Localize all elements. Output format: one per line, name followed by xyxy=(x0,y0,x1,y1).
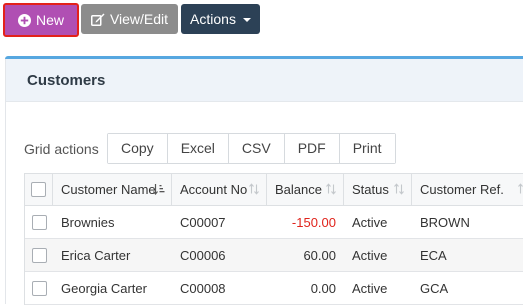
row-select-cell xyxy=(25,239,53,271)
select-all-checkbox[interactable] xyxy=(31,182,46,197)
table-row[interactable]: Erica Carter C00006 60.00 Active ECA xyxy=(25,239,523,272)
cell-customer-ref: ECA xyxy=(420,247,447,263)
cell-account-no: C00006 xyxy=(180,247,226,263)
column-header-account-no[interactable]: Account No xyxy=(172,174,267,205)
pdf-button[interactable]: PDF xyxy=(284,134,340,163)
column-header-balance[interactable]: Balance xyxy=(267,174,344,205)
column-label: Account No xyxy=(180,182,248,197)
cell-status: Active xyxy=(352,280,388,296)
customers-table: Customer Name Account No Balance Status … xyxy=(24,173,523,305)
cell-balance: -150.00 xyxy=(291,214,336,230)
column-label: Customer Ref. xyxy=(420,182,504,197)
column-header-customer-ref[interactable]: Customer Ref. xyxy=(412,174,523,205)
actions-button[interactable]: Actions xyxy=(181,4,260,34)
view-edit-button-label: View/Edit xyxy=(109,11,169,27)
row-checkbox[interactable] xyxy=(31,247,47,263)
table-header-row: Customer Name Account No Balance Status … xyxy=(25,174,523,206)
sort-icon xyxy=(325,183,337,198)
cell-status: Active xyxy=(352,247,388,263)
panel-title: Customers xyxy=(27,72,106,89)
excel-button[interactable]: Excel xyxy=(167,134,229,163)
new-button[interactable]: New xyxy=(3,3,79,37)
column-label: Status xyxy=(352,182,389,197)
sort-icon xyxy=(393,183,405,198)
copy-button[interactable]: Copy xyxy=(108,134,168,163)
actions-button-label: Actions xyxy=(190,11,236,27)
toolbar: New View/Edit Actions xyxy=(0,0,523,40)
cell-customer-name: Brownies xyxy=(61,214,115,230)
row-checkbox[interactable] xyxy=(31,214,47,230)
csv-button[interactable]: CSV xyxy=(228,134,285,163)
cell-account-no: C00007 xyxy=(180,214,226,230)
cell-customer-name: Erica Carter xyxy=(61,247,131,263)
cell-customer-ref: GCA xyxy=(420,280,449,296)
column-label: Balance xyxy=(275,182,322,197)
column-label: Customer Name xyxy=(61,182,156,197)
row-select-cell xyxy=(25,272,53,304)
cell-balance: 0.00 xyxy=(310,280,336,296)
cell-balance: 60.00 xyxy=(303,247,336,263)
plus-circle-icon xyxy=(17,13,31,27)
cell-customer-name: Georgia Carter xyxy=(61,280,147,296)
edit-icon xyxy=(90,13,105,26)
caret-down-icon xyxy=(242,18,251,22)
grid-actions-label: Grid actions xyxy=(24,141,99,157)
sort-alpha-asc-icon xyxy=(153,183,165,198)
table-row[interactable]: Georgia Carter C00008 0.00 Active GCA xyxy=(25,272,523,305)
view-edit-button[interactable]: View/Edit xyxy=(81,4,178,34)
sort-icon xyxy=(517,183,523,198)
header-select-cell xyxy=(25,174,53,205)
row-select-cell xyxy=(25,206,53,238)
column-header-status[interactable]: Status xyxy=(344,174,412,205)
panel-header: Customers xyxy=(6,59,523,102)
sort-icon xyxy=(248,183,260,198)
cell-customer-ref: BROWN xyxy=(420,214,470,230)
row-checkbox[interactable] xyxy=(31,280,47,296)
cell-status: Active xyxy=(352,214,388,230)
grid-actions-group: Copy Excel CSV PDF Print xyxy=(107,133,396,164)
cell-account-no: C00008 xyxy=(180,280,226,296)
table-row[interactable]: Brownies C00007 -150.00 Active BROWN xyxy=(25,206,523,239)
print-button[interactable]: Print xyxy=(339,134,395,163)
column-header-customer-name[interactable]: Customer Name xyxy=(53,174,172,205)
new-button-label: New xyxy=(35,12,64,28)
